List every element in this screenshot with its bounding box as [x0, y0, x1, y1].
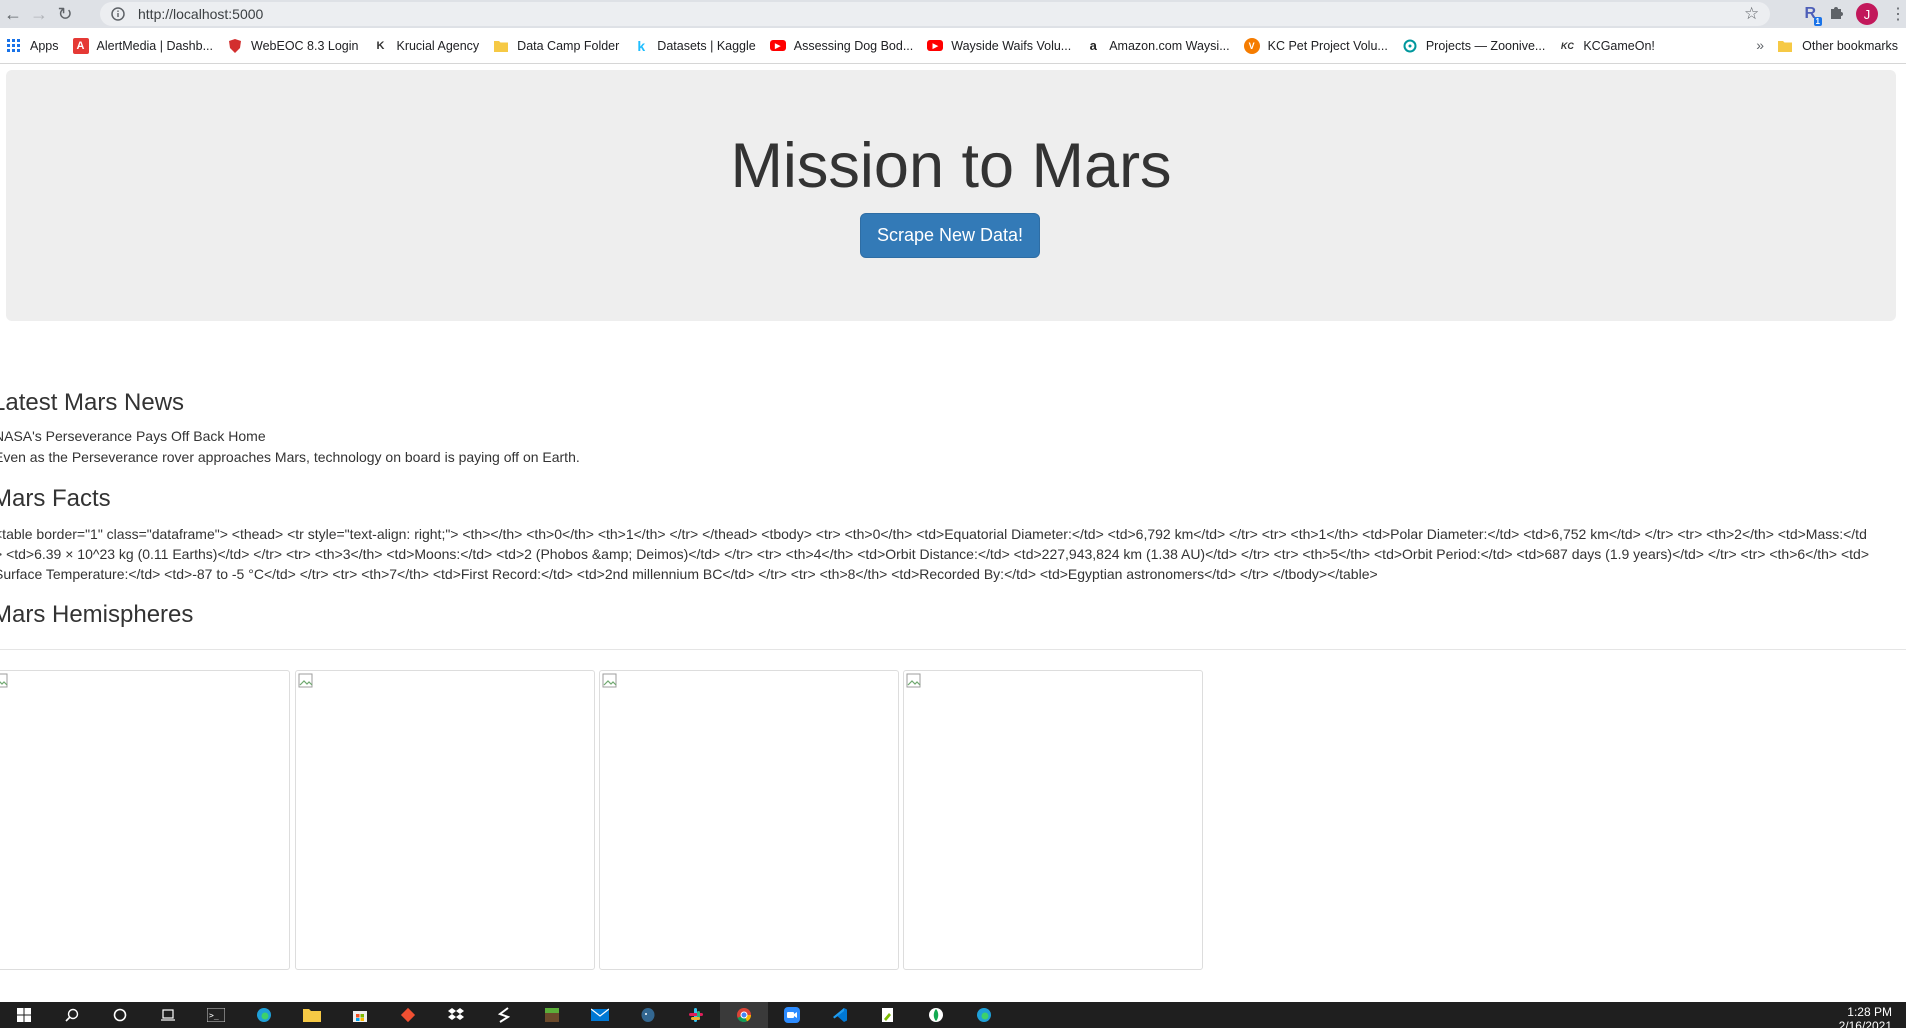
postgres-icon[interactable]: [624, 1002, 672, 1028]
zoom-icon[interactable]: [768, 1002, 816, 1028]
browser-toolbar: ← → ↻ http://localhost:5000 ☆ R1 J ⋮: [0, 0, 1906, 28]
scrape-button[interactable]: Scrape New Data!: [860, 213, 1040, 258]
windows-start-icon[interactable]: [0, 1002, 48, 1028]
bookmark-item[interactable]: Projects — Zoonive...: [1402, 38, 1546, 54]
broken-image-icon: [298, 673, 314, 689]
bookmark-label: AlertMedia | Dashb...: [96, 38, 214, 53]
notepad-icon[interactable]: [864, 1002, 912, 1028]
address-bar[interactable]: http://localhost:5000: [100, 2, 1770, 26]
chrome-icon[interactable]: [720, 1002, 768, 1028]
task-view-icon[interactable]: [144, 1002, 192, 1028]
folder-icon: [1778, 38, 1794, 54]
reload-icon[interactable]: ↻: [52, 0, 78, 28]
bookmark-label: Data Camp Folder: [517, 38, 620, 53]
jumbotron: Mission to Mars Scrape New Data!: [6, 70, 1896, 321]
hemispheres-heading: Mars Hemispheres: [0, 601, 194, 628]
news-paragraph: Even as the Perseverance rover approache…: [0, 449, 580, 465]
back-icon[interactable]: ←: [0, 0, 26, 28]
hemisphere-image[interactable]: [0, 670, 290, 970]
edge-beta-icon[interactable]: [960, 1002, 1008, 1028]
bookmark-item[interactable]: k Datasets | Kaggle: [633, 38, 755, 54]
taskbar: >_ 1:28 PM 2/16/2021: [0, 1002, 1906, 1028]
broken-image-icon: [602, 673, 618, 689]
bookmark-label: Projects — Zoonive...: [1425, 38, 1546, 53]
dropbox-icon[interactable]: [432, 1002, 480, 1028]
bookmark-item[interactable]: A AlertMedia | Dashb...: [72, 37, 214, 54]
kaggle-k-icon: k: [637, 37, 646, 54]
extensions-area: R1 J ⋮: [1804, 2, 1906, 26]
youtube-icon: ▶: [769, 40, 786, 51]
broken-image-icon: [906, 673, 922, 689]
terminal-icon[interactable]: >_: [192, 1002, 240, 1028]
extension-r-icon[interactable]: R1: [1804, 5, 1822, 26]
address-url[interactable]: http://localhost:5000: [138, 6, 263, 22]
webeoc-shield-icon: [227, 38, 243, 54]
bookmark-label: KC Pet Project Volu...: [1267, 38, 1388, 53]
git-icon[interactable]: [384, 1002, 432, 1028]
hemisphere-image[interactable]: [295, 670, 595, 970]
news-heading: Latest Mars News: [0, 389, 185, 416]
bookmark-item[interactable]: ▶ Wayside Waifs Volu...: [927, 39, 1071, 53]
edge-icon[interactable]: [240, 1002, 288, 1028]
broken-image-icon: [0, 673, 9, 689]
bookmark-item[interactable]: a Amazon.com Waysi...: [1085, 38, 1230, 54]
app-green-icon[interactable]: [912, 1002, 960, 1028]
facts-heading: Mars Facts: [0, 485, 111, 512]
bookmark-label: WebEOC 8.3 Login: [251, 38, 359, 53]
hemisphere-image[interactable]: [903, 670, 1203, 970]
search-icon[interactable]: [48, 1002, 96, 1028]
svg-text:>_: >_: [209, 1011, 219, 1020]
bookmark-item[interactable]: ▶ Assessing Dog Bod...: [769, 38, 914, 53]
bookmark-label: Wayside Waifs Volu...: [951, 38, 1072, 53]
folder-icon: [493, 38, 509, 54]
profile-avatar[interactable]: J: [1856, 3, 1878, 25]
krucial-k-icon: K: [376, 39, 385, 52]
cortana-icon[interactable]: [96, 1002, 144, 1028]
minecraft-icon[interactable]: [528, 1002, 576, 1028]
youtube-icon: ▶: [927, 40, 944, 51]
file-explorer-icon[interactable]: [288, 1002, 336, 1028]
bookmark-label: Krucial Agency: [396, 38, 480, 53]
system-clock[interactable]: 1:28 PM 2/16/2021: [1839, 1005, 1892, 1028]
vscode-icon[interactable]: [816, 1002, 864, 1028]
bookmark-label: KCGameOn!: [1583, 38, 1655, 53]
browser-menu-icon[interactable]: ⋮: [1890, 4, 1906, 24]
bookmark-label: Amazon.com Waysi...: [1109, 38, 1230, 53]
amazon-icon: a: [1089, 38, 1097, 53]
bookmark-label: Datasets | Kaggle: [657, 38, 756, 53]
slack-icon[interactable]: [672, 1002, 720, 1028]
alertmedia-icon: A: [72, 37, 89, 54]
clock-date: 2/16/2021: [1838, 1019, 1892, 1028]
sublime-icon[interactable]: [480, 1002, 528, 1028]
facts-table-raw: <table border="1" class="dataframe"> <th…: [0, 526, 1869, 582]
forward-icon[interactable]: →: [26, 0, 52, 28]
bookmarks-bar: Apps A AlertMedia | Dashb... WebEOC 8.3 …: [0, 28, 1906, 64]
hemisphere-image[interactable]: [599, 670, 899, 970]
bookmark-item[interactable]: KC KCGameOn!: [1559, 38, 1655, 54]
other-bookmarks-label: Other bookmarks: [1802, 39, 1898, 53]
apps-grid-icon: [6, 38, 22, 54]
clock-time: 1:28 PM: [1847, 1005, 1892, 1019]
kcpet-icon: V: [1243, 37, 1260, 54]
kcgameon-icon: KC: [1560, 40, 1574, 51]
mail-icon[interactable]: [576, 1002, 624, 1028]
page-title: Mission to Mars: [730, 131, 1172, 201]
news-title: NASA's Perseverance Pays Off Back Home: [0, 428, 266, 444]
bookmark-item[interactable]: Data Camp Folder: [493, 38, 619, 54]
extensions-puzzle-icon[interactable]: [1828, 4, 1844, 25]
bookmark-star-icon[interactable]: ☆: [1744, 4, 1759, 24]
site-info-icon[interactable]: [108, 4, 128, 24]
bookmark-item[interactable]: V KC Pet Project Volu...: [1243, 37, 1388, 54]
divider: [0, 649, 1906, 650]
bookmark-label: Assessing Dog Bod...: [793, 38, 914, 53]
zooniverse-icon: [1402, 38, 1418, 54]
more-bookmarks-icon[interactable]: »: [1756, 37, 1764, 53]
bookmark-item[interactable]: Apps: [6, 38, 59, 54]
bookmark-item[interactable]: K Krucial Agency: [372, 38, 480, 54]
other-bookmarks[interactable]: Other bookmarks: [1778, 28, 1898, 64]
bookmark-label: Apps: [30, 38, 59, 53]
store-icon[interactable]: [336, 1002, 384, 1028]
bookmark-item[interactable]: WebEOC 8.3 Login: [227, 38, 358, 54]
